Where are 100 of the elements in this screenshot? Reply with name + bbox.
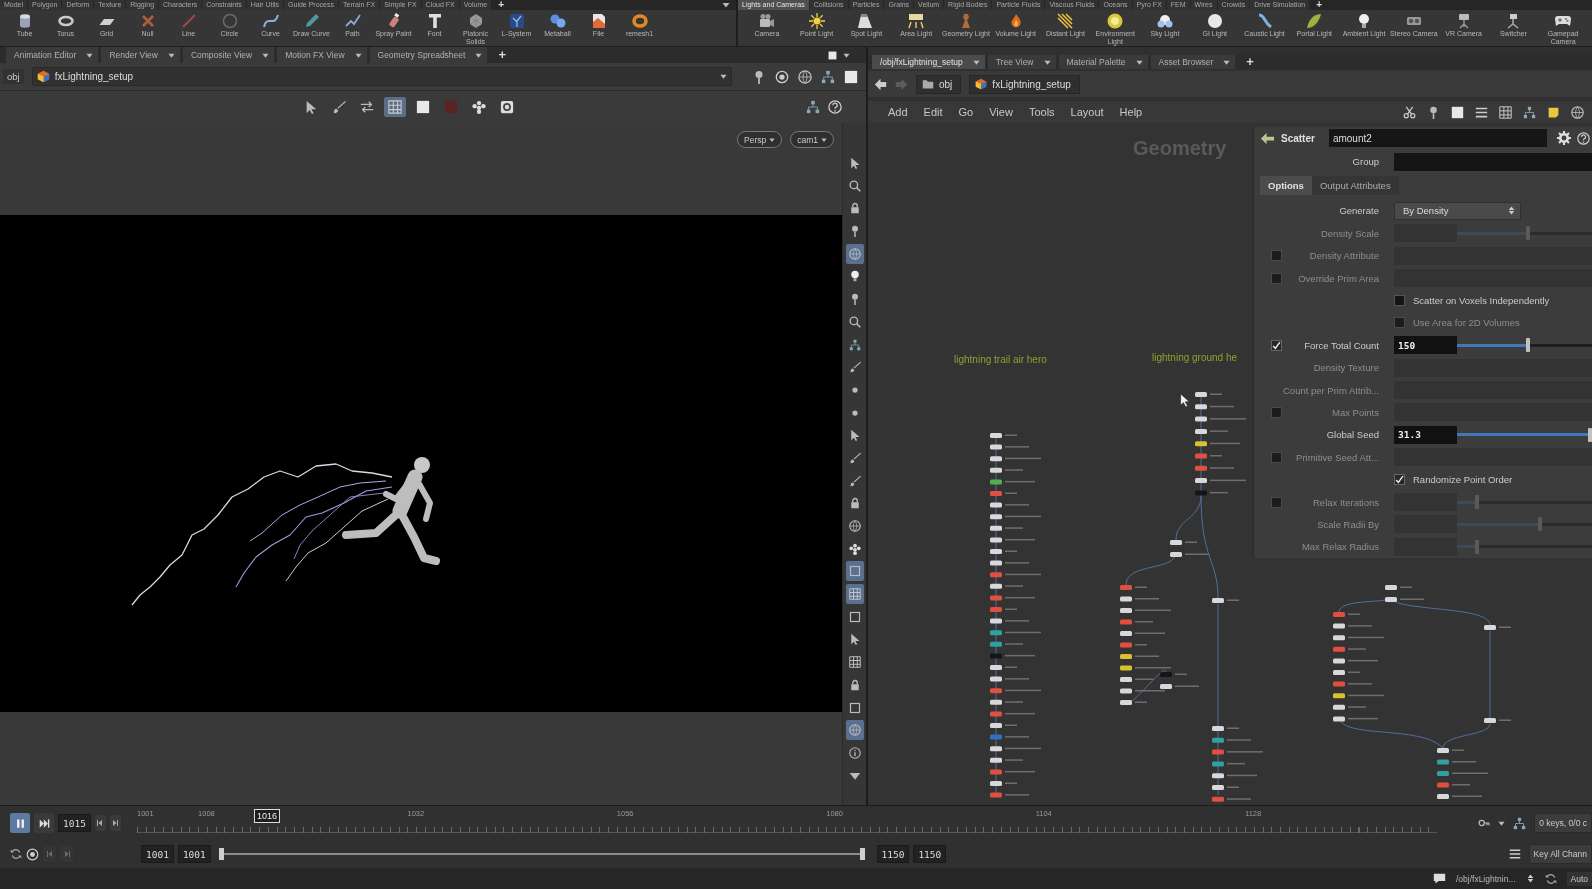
play-button[interactable]	[10, 813, 30, 833]
wave-icon	[1256, 13, 1273, 29]
frame-field[interactable]: 1150	[876, 845, 910, 863]
globe-icon	[848, 247, 861, 260]
checkbox[interactable]	[1394, 474, 1405, 486]
back-arrow-icon[interactable]	[874, 77, 887, 91]
record-icon[interactable]	[775, 69, 789, 84]
square-icon[interactable]	[1451, 105, 1464, 119]
pane-tab[interactable]: Render View	[101, 47, 180, 63]
brush-icon	[848, 451, 861, 464]
toolbar-button[interactable]	[845, 584, 864, 605]
globe-icon[interactable]	[798, 69, 812, 84]
grid-icon[interactable]	[1499, 105, 1512, 119]
caret-icon[interactable]	[1498, 819, 1506, 827]
circular-arrows-icon[interactable]	[10, 848, 22, 860]
text-field[interactable]	[1394, 152, 1592, 171]
range-handle[interactable]	[859, 848, 865, 860]
square-icon[interactable]	[844, 69, 858, 84]
key-all-button[interactable]: Key All Chann	[1528, 844, 1592, 864]
square-icon	[848, 565, 861, 578]
param-tab[interactable]: Output Attributes	[1311, 176, 1399, 195]
view-menu-button[interactable]: Persp	[737, 131, 783, 148]
pane-tab[interactable]: Asset Browser	[1150, 55, 1236, 69]
note-icon[interactable]	[1547, 105, 1560, 119]
update-mode-button[interactable]: Auto	[1566, 871, 1592, 886]
hierarchy-icon[interactable]	[1513, 816, 1527, 830]
pane-tab[interactable]: Geometry Spreadsheet	[369, 47, 488, 63]
menu-item[interactable]: Go	[950, 106, 982, 118]
toolbar-button[interactable]	[845, 243, 864, 264]
key-icon[interactable]	[1478, 817, 1491, 829]
list-icon[interactable]	[1475, 105, 1488, 119]
pane-tab[interactable]: Tree View	[987, 55, 1056, 69]
help-icon[interactable]	[828, 100, 842, 114]
menu-item[interactable]: Add	[880, 106, 916, 118]
skip-end-button[interactable]	[34, 813, 54, 833]
current-frame-marker[interactable]: 1016	[254, 809, 280, 823]
sun-icon	[808, 13, 825, 29]
param-tab[interactable]: Options	[1260, 176, 1312, 195]
pane-tab[interactable]: Material Palette	[1058, 55, 1148, 69]
caret-icon	[167, 51, 175, 59]
param-label: Generate	[1338, 205, 1379, 217]
frame-field[interactable]: 1001	[177, 845, 211, 863]
menu-item[interactable]: View	[981, 106, 1021, 118]
number-field[interactable]: 150	[1394, 336, 1457, 355]
toolbar-button[interactable]	[845, 561, 864, 582]
node-name-field[interactable]: amount2	[1328, 129, 1547, 148]
hierarchy-icon[interactable]	[1523, 105, 1536, 119]
arrow-icon[interactable]	[1260, 130, 1275, 146]
context-button[interactable]: obj	[3, 69, 24, 84]
pane-tab[interactable]: Composite View	[182, 47, 275, 63]
pane-tab[interactable]: Animation Editor	[6, 47, 99, 63]
brush-icon	[848, 361, 861, 374]
hierarchy-icon[interactable]	[806, 100, 820, 114]
step-forward-button[interactable]	[60, 846, 73, 862]
add-tab-button[interactable]: +	[490, 47, 514, 63]
globe-icon[interactable]	[1571, 105, 1584, 119]
frame-field[interactable]: 1150	[913, 845, 947, 863]
param-label: Scale Radii By	[1316, 518, 1379, 530]
menu-item[interactable]: Layout	[1062, 106, 1112, 118]
slider-handle[interactable]	[1588, 427, 1592, 442]
slider-handle[interactable]	[1526, 338, 1531, 353]
step-forward-button[interactable]	[109, 815, 121, 831]
menu-item[interactable]: Help	[1111, 106, 1151, 118]
pane-tab[interactable]: Motion FX View	[277, 47, 367, 63]
menu-item[interactable]: Edit	[915, 106, 951, 118]
list-icon[interactable]	[1508, 848, 1521, 860]
caret-icon[interactable]	[843, 51, 850, 59]
add-tab-button[interactable]: +	[1310, 0, 1329, 10]
frame-field[interactable]: 1015	[58, 814, 91, 832]
scissors-icon[interactable]	[1403, 105, 1416, 119]
step-back-button[interactable]	[94, 815, 106, 831]
dropdown[interactable]: By Density	[1394, 201, 1521, 220]
hierarchy-icon[interactable]	[821, 69, 835, 84]
menu-item[interactable]: Tools	[1020, 106, 1063, 118]
range-handle[interactable]	[218, 848, 224, 860]
keys-button[interactable]: 0 keys, 0/0 c	[1534, 813, 1592, 833]
checkbox[interactable]	[1271, 339, 1282, 351]
pane-tab[interactable]: /obj/fxLightning_setup	[872, 55, 985, 69]
add-tab-button[interactable]: +	[492, 0, 510, 10]
gear-icon[interactable]	[1557, 131, 1571, 146]
circular-arrows-icon[interactable]	[1544, 872, 1557, 885]
help-icon[interactable]	[1577, 131, 1590, 145]
square-icon[interactable]	[828, 50, 837, 60]
add-tab-button[interactable]: +	[1238, 55, 1262, 69]
checkbox[interactable]	[1394, 295, 1405, 306]
target-icon	[500, 100, 514, 114]
frame-field[interactable]: 1001	[141, 845, 174, 863]
view-menu-button[interactable]: cam1	[790, 131, 834, 148]
up-down-arrows-icon[interactable]	[1525, 874, 1535, 883]
path-crumb[interactable]: fxLightning_setup	[969, 74, 1080, 94]
path-dropdown[interactable]: fxLightning_setup	[31, 67, 732, 86]
pin-icon[interactable]	[1427, 105, 1440, 119]
caret-icon[interactable]	[722, 1, 730, 9]
search-icon	[848, 315, 861, 328]
path-crumb[interactable]: obj	[916, 74, 962, 94]
number-field[interactable]: 31.3	[1394, 425, 1457, 444]
speech-bubble-icon[interactable]	[1432, 872, 1446, 885]
gamepad-icon	[1555, 13, 1572, 29]
record-icon[interactable]	[26, 847, 39, 861]
toolbar-button[interactable]	[845, 720, 864, 741]
